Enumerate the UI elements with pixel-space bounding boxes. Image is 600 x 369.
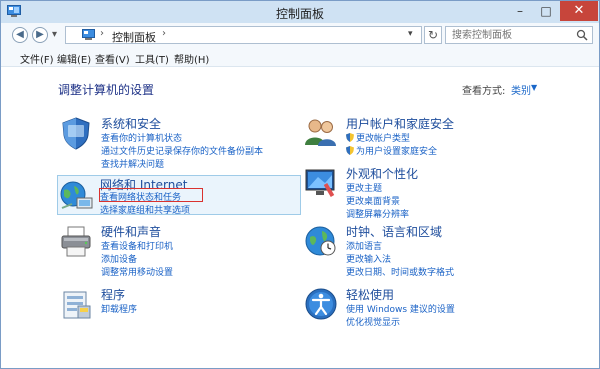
- link-change-theme[interactable]: 更改主题: [346, 181, 382, 194]
- ease-of-access-icon: [305, 288, 337, 320]
- printer-icon: [61, 226, 91, 257]
- clock-globe-icon: [305, 226, 336, 256]
- programs-icon: [63, 291, 91, 319]
- link-label[interactable]: 为用户设置家庭安全: [356, 147, 437, 157]
- breadcrumb-control-panel[interactable]: 控制面板: [112, 29, 156, 45]
- category-title[interactable]: 系统和安全: [101, 115, 161, 132]
- link-change-input-method[interactable]: 更改输入法: [346, 252, 391, 265]
- view-by-dropdown[interactable]: 类别: [511, 82, 531, 97]
- breadcrumb-separator-icon[interactable]: ›: [100, 28, 104, 39]
- network-globe-icon: [60, 181, 93, 209]
- link-add-device[interactable]: 添加设备: [101, 252, 137, 265]
- link-screen-resolution[interactable]: 调整屏幕分辨率: [346, 207, 409, 220]
- close-button[interactable]: ✕: [560, 1, 598, 21]
- chevron-down-icon[interactable]: ▼: [531, 83, 537, 92]
- link-date-time-format[interactable]: 更改日期、时间或数字格式: [346, 265, 454, 278]
- title-bar[interactable]: 控制面板 – □ ✕: [1, 1, 599, 24]
- link-uninstall-program[interactable]: 卸载程序: [101, 302, 137, 315]
- menu-tools[interactable]: 工具(T): [135, 51, 169, 66]
- menu-view[interactable]: 查看(V): [95, 51, 130, 66]
- link-homegroup-sharing[interactable]: 选择家庭组和共享选项: [100, 203, 190, 216]
- category-title[interactable]: 外观和个性化: [346, 165, 418, 182]
- address-bar[interactable]: › 控制面板 › ▾: [65, 26, 422, 44]
- category-system-security: 系统和安全 查看你的计算机状态 通过文件历史记录保存你的文件备份副本 查找并解决…: [58, 115, 300, 175]
- recent-locations-dropdown[interactable]: ▾: [52, 29, 57, 40]
- minimize-button[interactable]: –: [507, 1, 533, 21]
- highlight-annotation-box: [99, 188, 203, 202]
- link-label[interactable]: 更改帐户类型: [356, 134, 410, 144]
- page-title: 调整计算机的设置: [58, 83, 155, 97]
- search-box[interactable]: [445, 26, 593, 44]
- link-family-safety[interactable]: 为用户设置家庭安全: [346, 144, 437, 157]
- appearance-icon: [305, 169, 335, 198]
- category-title[interactable]: 轻松使用: [346, 286, 394, 303]
- breadcrumb-separator-icon[interactable]: ›: [162, 28, 166, 39]
- search-icon[interactable]: [576, 29, 588, 41]
- menu-edit[interactable]: 编辑(E): [57, 51, 91, 66]
- uac-shield-icon: [346, 146, 354, 155]
- link-devices-printers[interactable]: 查看设备和打印机: [101, 239, 173, 252]
- security-shield-icon: [62, 117, 90, 150]
- link-file-history-backup[interactable]: 通过文件历史记录保存你的文件备份副本: [101, 144, 263, 157]
- address-dropdown-icon[interactable]: ▾: [408, 29, 413, 39]
- users-icon: [305, 119, 336, 146]
- navigation-bar: ◀ ▶ ▾ › 控制面板 › ▾ ↻: [1, 23, 599, 48]
- link-troubleshoot[interactable]: 查找并解决问题: [101, 157, 164, 170]
- category-hardware-sound: 硬件和声音 查看设备和打印机 添加设备 调整常用移动设置: [58, 223, 300, 278]
- control-panel-small-icon: [82, 29, 95, 40]
- uac-shield-icon: [346, 133, 354, 142]
- category-title[interactable]: 用户帐户和家庭安全: [346, 115, 454, 132]
- category-title[interactable]: 时钟、语言和区域: [346, 223, 442, 240]
- menu-help[interactable]: 帮助(H): [174, 51, 209, 66]
- search-input[interactable]: [452, 28, 570, 42]
- category-appearance: 外观和个性化 更改主题 更改桌面背景 调整屏幕分辨率: [303, 165, 545, 220]
- category-programs: 程序 卸载程序: [58, 286, 300, 322]
- link-desktop-background[interactable]: 更改桌面背景: [346, 194, 400, 207]
- back-button[interactable]: ◀: [12, 27, 28, 43]
- control-panel-window: 控制面板 – □ ✕ ◀ ▶ ▾ › 控制面板 › ▾ ↻ 搜索控制面板 文件(…: [0, 0, 600, 369]
- menu-bar: 文件(F) 编辑(E) 查看(V) 工具(T) 帮助(H): [1, 48, 599, 67]
- view-by-label: 查看方式:: [462, 86, 506, 97]
- category-user-accounts: 用户帐户和家庭安全 更改帐户类型 为用户设置家庭安全: [303, 115, 545, 157]
- category-ease-of-access: 轻松使用 使用 Windows 建议的设置 优化视觉显示: [303, 286, 545, 328]
- link-change-account-type[interactable]: 更改帐户类型: [346, 131, 410, 144]
- maximize-button[interactable]: □: [533, 1, 559, 21]
- category-network-internet: 网络和 Internet 查看网络状态和任务 选择家庭组和共享选项: [57, 175, 301, 216]
- category-title[interactable]: 程序: [101, 286, 125, 303]
- refresh-button[interactable]: ↻: [424, 26, 442, 44]
- category-title[interactable]: 硬件和声音: [101, 223, 161, 240]
- forward-button[interactable]: ▶: [32, 27, 48, 43]
- link-add-language[interactable]: 添加语言: [346, 239, 382, 252]
- link-recommended-settings[interactable]: 使用 Windows 建议的设置: [346, 302, 455, 315]
- link-view-computer-status[interactable]: 查看你的计算机状态: [101, 131, 182, 144]
- main-content: 调整计算机的设置 查看方式: 类别 ▼ 系统和安全 查看你的计算机状态 通过文件…: [1, 67, 599, 368]
- category-clock-language-region: 时钟、语言和区域 添加语言 更改输入法 更改日期、时间或数字格式: [303, 223, 545, 278]
- link-mobility-settings[interactable]: 调整常用移动设置: [101, 265, 173, 278]
- menu-file[interactable]: 文件(F): [20, 51, 54, 66]
- link-optimize-visual-display[interactable]: 优化视觉显示: [346, 315, 400, 328]
